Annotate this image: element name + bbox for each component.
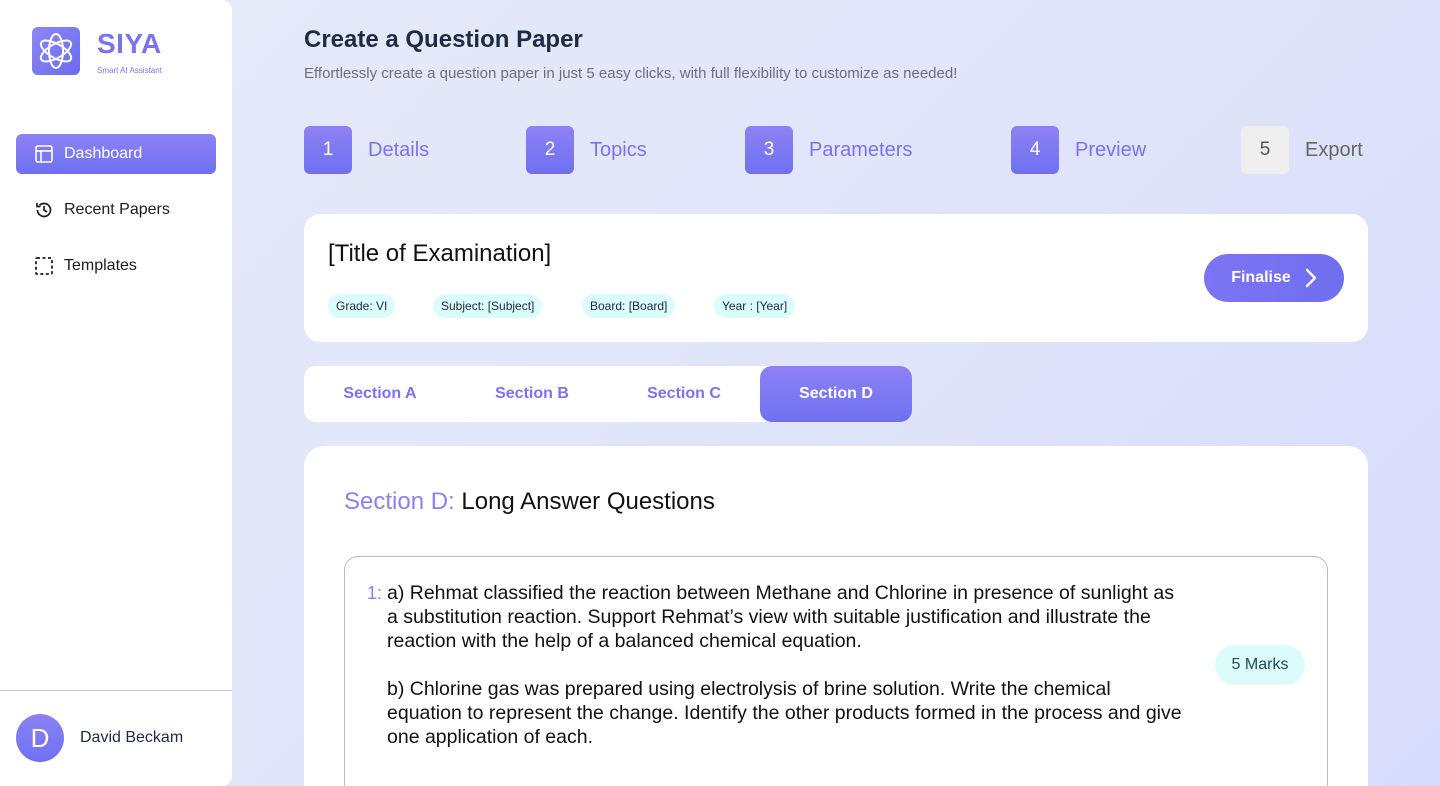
- section-heading: Section D: Long Answer Questions: [344, 488, 715, 516]
- avatar: D: [16, 714, 64, 762]
- year-tag: Year : [Year]: [714, 294, 796, 318]
- sidebar-item-label: Recent Papers: [64, 201, 170, 218]
- step-label: Preview: [1075, 138, 1147, 161]
- step-label: Details: [368, 138, 430, 161]
- question-card[interactable]: 1: a) Rehmat classified the reaction bet…: [344, 556, 1328, 786]
- chevron-right-icon: [1305, 268, 1317, 288]
- section-heading-title: Long Answer Questions: [461, 488, 715, 515]
- brand-logo[interactable]: SIYA Smart AI Assistant: [32, 27, 162, 75]
- atom-logo-icon: [32, 27, 80, 75]
- sidebar-divider: [0, 690, 232, 691]
- step-number: 1: [304, 126, 352, 174]
- sidebar-item-label: Dashboard: [64, 145, 143, 162]
- tab-section-d[interactable]: Section D: [760, 366, 912, 422]
- page-subtitle: Effortlessly create a question paper in …: [304, 65, 958, 82]
- sidebar-item-templates[interactable]: Templates: [16, 246, 216, 286]
- grade-tag: Grade: VI: [328, 294, 396, 318]
- question-part-b: b) Chlorine gas was prepared using elect…: [387, 678, 1182, 748]
- layout-icon: [34, 144, 54, 164]
- finalise-button[interactable]: Finalise: [1204, 254, 1344, 302]
- sidebar: SIYA Smart AI Assistant Dashboard Recent…: [0, 0, 232, 786]
- section-content-card: Section D: Long Answer Questions 1: a) R…: [304, 446, 1368, 786]
- marks-badge: 5 Marks: [1215, 645, 1305, 685]
- step-label: Topics: [590, 138, 647, 161]
- stepper: 1 Details 2 Topics 3 Parameters 4 Previe…: [304, 126, 1368, 174]
- user-profile[interactable]: D David Beckam: [16, 714, 183, 762]
- step-number: 4: [1011, 126, 1059, 174]
- sidebar-item-dashboard[interactable]: Dashboard: [16, 134, 216, 174]
- step-topics[interactable]: 2 Topics: [526, 126, 647, 174]
- sidebar-nav: Dashboard Recent Papers Templates: [16, 134, 216, 302]
- step-number: 3: [745, 126, 793, 174]
- brand-tagline: Smart AI Assistant: [97, 66, 162, 75]
- exam-title-card: [Title of Examination] Grade: VI Subject…: [304, 214, 1368, 342]
- question-text[interactable]: a) Rehmat classified the reaction betwee…: [387, 581, 1187, 749]
- step-label: Parameters: [809, 138, 913, 161]
- tab-section-c[interactable]: Section C: [608, 366, 760, 422]
- sidebar-item-label: Templates: [64, 257, 137, 274]
- subject-tag: Subject: [Subject]: [433, 294, 543, 318]
- finalise-label: Finalise: [1231, 269, 1291, 286]
- step-export[interactable]: 5 Export: [1241, 126, 1363, 174]
- board-tag: Board: [Board]: [582, 294, 676, 318]
- question-number: 1:: [367, 583, 383, 603]
- sidebar-item-recent-papers[interactable]: Recent Papers: [16, 190, 216, 230]
- tab-section-b[interactable]: Section B: [456, 366, 608, 422]
- brand-name: SIYA: [97, 28, 162, 59]
- dashed-square-icon: [34, 256, 54, 276]
- page-title: Create a Question Paper: [304, 26, 583, 53]
- step-preview[interactable]: 4 Preview: [1011, 126, 1146, 174]
- exam-title[interactable]: [Title of Examination]: [328, 240, 551, 268]
- step-label: Export: [1305, 138, 1363, 161]
- user-name: David Beckam: [80, 729, 184, 746]
- question-part-a: a) Rehmat classified the reaction betwee…: [387, 582, 1174, 652]
- section-tabs: Section A Section B Section C Section D: [304, 366, 912, 422]
- step-number: 2: [526, 126, 574, 174]
- step-details[interactable]: 1 Details: [304, 126, 429, 174]
- tab-section-a[interactable]: Section A: [304, 366, 456, 422]
- history-icon: [34, 200, 54, 220]
- step-parameters[interactable]: 3 Parameters: [745, 126, 912, 174]
- section-heading-prefix: Section D:: [344, 488, 455, 515]
- step-number: 5: [1241, 126, 1289, 174]
